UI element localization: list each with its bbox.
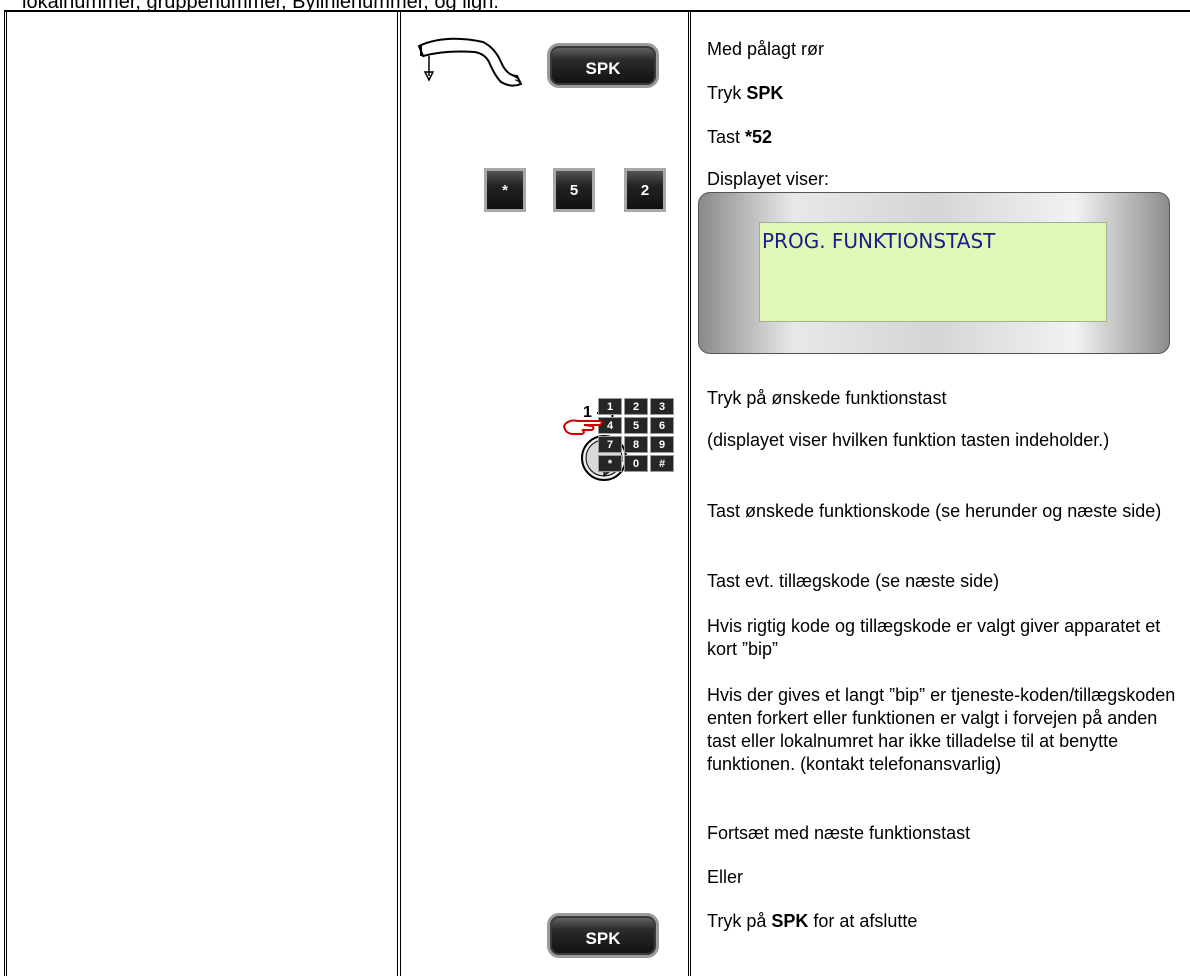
keypad-key-0[interactable]: 0 (624, 455, 648, 472)
keypad-key-hash: # (650, 455, 674, 472)
step-press-spk-key: SPK (746, 83, 784, 103)
table-top-border (4, 10, 1190, 12)
spk-key-bottom[interactable]: SPK (547, 913, 659, 958)
pressing-hand-icon (562, 419, 603, 435)
step-finish: Tryk på SPK for at afslutte (707, 910, 1187, 933)
keypad-key-3[interactable]: 3 (650, 398, 674, 415)
keypad-key-5[interactable]: 5 (624, 417, 648, 434)
step-finish-suffix: for at afslutte (808, 911, 918, 931)
step-short-beep: Hvis rigtig kode og tillægskode er valgt… (707, 616, 1161, 659)
column-divider-1 (397, 10, 401, 976)
step-dial-code-value: *52 (745, 127, 773, 147)
step-long-beep: Hvis der gives et langt ”bip” er tjenest… (707, 685, 1176, 774)
step-enter-extra-code: Tast evt. tillægskode (se næste side) (707, 571, 1000, 591)
keypad-key-7[interactable]: 7 (598, 436, 622, 453)
step-display-shows: Displayet viser: (707, 169, 830, 189)
step-finish-key: SPK (771, 911, 809, 931)
step-display-note: (displayet viser hvilken funktion tasten… (707, 430, 1110, 450)
step-enter-function-code: Tast ønskede funktionskode (se herunder … (707, 501, 1162, 521)
step-press-function-key: Tryk på ønskede funktionstast (707, 388, 947, 408)
star-key[interactable]: * (484, 168, 526, 212)
handset-lifted-icon (417, 37, 523, 87)
keypad-key-star[interactable]: * (598, 455, 622, 472)
step-finish-prefix: Tryk på (707, 911, 772, 931)
step-lift-handset: Med pålagt rør (707, 39, 825, 59)
display-lcd-text: PROG. FUNKTIONSTAST (759, 222, 1107, 322)
step-dial-code-prefix: Tast (707, 127, 746, 147)
keypad-key-2[interactable]: 2 (624, 398, 648, 415)
step-press-spk-prefix: Tryk (707, 83, 747, 103)
spk-key-top[interactable]: SPK (547, 43, 659, 88)
step-press-spk: Tryk SPK (707, 82, 1187, 105)
column-divider-2 (688, 10, 691, 976)
keypad-key-6[interactable]: 6 (650, 417, 674, 434)
phone-display-panel: PROG. FUNKTIONSTAST (698, 192, 1170, 354)
step-continue: Fortsæt med næste funktionstast (707, 823, 971, 843)
two-key[interactable]: 2 (624, 168, 666, 212)
step-dial-code: Tast *52 (707, 126, 1187, 149)
five-key[interactable]: 5 (553, 168, 595, 212)
keypad-key-9[interactable]: 9 (650, 436, 674, 453)
table-left-border (4, 10, 7, 976)
step-or: Eller (707, 867, 744, 887)
keypad-key-1[interactable]: 1 (598, 398, 622, 415)
keypad-key-8[interactable]: 8 (624, 436, 648, 453)
